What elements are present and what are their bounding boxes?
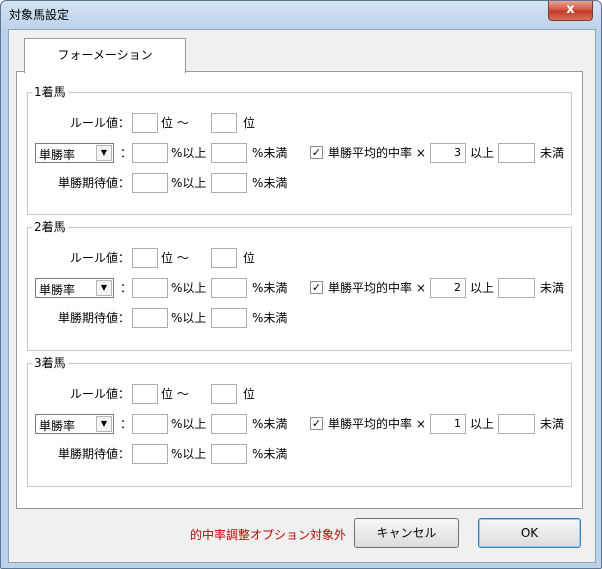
group-3-avg-hit-rate-checkbox[interactable]: ✓ — [310, 417, 323, 430]
group-2-title: 2着馬 — [32, 220, 68, 234]
group-3-expect-max-input[interactable] — [211, 444, 247, 464]
group-3-expect-min-unit: %以上 — [171, 447, 207, 461]
group-1-expect-max-unit: %未満 — [252, 176, 288, 190]
group-3-title: 3着馬 — [32, 356, 68, 370]
group-2-metric-min-input[interactable] — [132, 278, 168, 298]
group-2-metric-select-value: 単勝率 — [39, 283, 76, 297]
tab-formation-label: フォーメーション — [57, 48, 153, 62]
group-2-rank-from-suffix: 位 〜 — [161, 251, 189, 265]
chevron-down-icon[interactable]: ▼ — [96, 145, 112, 161]
group-2-rank-to-input[interactable] — [211, 248, 237, 268]
group-1-rank-from-input[interactable] — [132, 113, 158, 133]
group-1-expect-min-unit: %以上 — [171, 176, 207, 190]
group-1-rank-from-suffix: 位 〜 — [161, 116, 189, 130]
group-2-expect-label: 単勝期待値： — [58, 311, 131, 325]
group-2-avg-hit-rate-checkbox[interactable]: ✓ — [310, 281, 323, 294]
group-1-metric-select[interactable]: 単勝率 ▼ — [35, 143, 114, 163]
close-icon: x — [566, 2, 575, 17]
chevron-down-icon[interactable]: ▼ — [96, 280, 112, 296]
group-3-multiplier-above: 以上 — [470, 417, 495, 431]
group-1-title: 1着馬 — [32, 85, 68, 99]
group-1-metric-min-input[interactable] — [132, 143, 168, 163]
group-2-expect-max-input[interactable] — [211, 308, 247, 328]
cancel-button-label: キャンセル — [376, 526, 437, 540]
group-3-avg-hit-rate-label: 単勝平均的中率 × — [328, 417, 426, 431]
group-1-expect-max-input[interactable] — [211, 173, 247, 193]
group-3-metric-select-value: 単勝率 — [39, 419, 76, 433]
group-1-avg-hit-rate-label: 単勝平均的中率 × — [328, 146, 426, 160]
group-3-expect-max-unit: %未満 — [252, 447, 288, 461]
group-2-rank-from-input[interactable] — [132, 248, 158, 268]
group-2-expect-min-input[interactable] — [132, 308, 168, 328]
ok-button-label: OK — [520, 526, 539, 540]
group-1-multiplier-above: 以上 — [470, 146, 495, 160]
group-1-multiplier-input[interactable]: 3 — [430, 143, 466, 163]
group-3-rank-to-suffix: 位 — [243, 387, 256, 401]
group-1-metric-max-input[interactable] — [211, 143, 247, 163]
group-1-multiplier-max-input[interactable] — [498, 143, 535, 163]
group-2-multiplier-below: 未満 — [540, 281, 565, 295]
group-1-metric-colon: ： — [120, 146, 133, 160]
ok-button[interactable]: OK — [478, 518, 581, 548]
group-2-metric-colon: ： — [120, 281, 133, 295]
group-1-multiplier-below: 未満 — [540, 146, 565, 160]
chevron-down-icon[interactable]: ▼ — [96, 416, 112, 432]
group-2-metric-select[interactable]: 単勝率 ▼ — [35, 278, 114, 298]
title-bar: 対象馬設定 x — [1, 1, 601, 29]
group-2-multiplier-input[interactable]: 2 — [430, 278, 466, 298]
group-1-expect-min-input[interactable] — [132, 173, 168, 193]
adjust-option-note: 的中率調整オプション対象外 — [190, 528, 347, 542]
group-3-rule-label: ルール値： — [70, 387, 131, 401]
group-1-expect-label: 単勝期待値： — [58, 176, 131, 190]
group-2-expect-max-unit: %未満 — [252, 311, 288, 325]
group-1-rule-label: ルール値： — [70, 116, 131, 130]
group-3-metric-max-input[interactable] — [211, 414, 247, 434]
group-1-metric-max-unit: %未満 — [252, 146, 288, 160]
group-3-metric-select[interactable]: 単勝率 ▼ — [35, 414, 114, 434]
cancel-button[interactable]: キャンセル — [354, 518, 459, 548]
group-1-metric-select-value: 単勝率 — [39, 148, 76, 162]
group-1-avg-hit-rate-checkbox[interactable]: ✓ — [310, 146, 323, 159]
tab-formation[interactable]: フォーメーション — [24, 38, 186, 73]
group-3-metric-colon: ： — [120, 417, 133, 431]
group-3-expect-min-input[interactable] — [132, 444, 168, 464]
group-3-metric-min-unit: %以上 — [171, 417, 207, 431]
group-3-expect-label: 単勝期待値： — [58, 447, 131, 461]
group-2-metric-max-unit: %未満 — [252, 281, 288, 295]
group-3-multiplier-max-input[interactable] — [498, 414, 535, 434]
group-1-rank-to-input[interactable] — [211, 113, 237, 133]
group-3-rank-from-suffix: 位 〜 — [161, 387, 189, 401]
group-2-multiplier-max-input[interactable] — [498, 278, 535, 298]
group-3-rank-to-input[interactable] — [211, 384, 237, 404]
group-3-multiplier-input[interactable]: 1 — [430, 414, 466, 434]
group-2-multiplier-above: 以上 — [470, 281, 495, 295]
group-2-rank-to-suffix: 位 — [243, 251, 256, 265]
group-1-metric-min-unit: %以上 — [171, 146, 207, 160]
group-3-metric-max-unit: %未満 — [252, 417, 288, 431]
group-2-expect-min-unit: %以上 — [171, 311, 207, 325]
group-2-rule-label: ルール値： — [70, 251, 131, 265]
group-2-avg-hit-rate-label: 単勝平均的中率 × — [328, 281, 426, 295]
group-3-rank-from-input[interactable] — [132, 384, 158, 404]
group-2-metric-min-unit: %以上 — [171, 281, 207, 295]
group-3-metric-min-input[interactable] — [132, 414, 168, 434]
window-title: 対象馬設定 — [9, 8, 70, 22]
group-2-metric-max-input[interactable] — [211, 278, 247, 298]
close-button[interactable]: x — [548, 1, 593, 21]
group-1-rank-to-suffix: 位 — [243, 116, 256, 130]
group-3-multiplier-below: 未満 — [540, 417, 565, 431]
